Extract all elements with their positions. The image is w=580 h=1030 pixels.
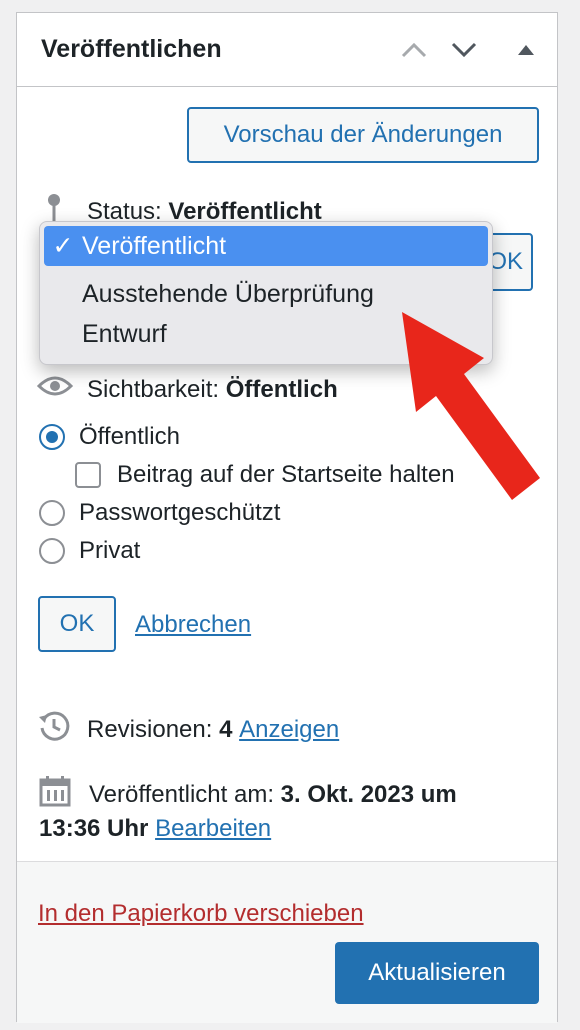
checkmark-icon: ✓: [52, 232, 74, 260]
panel-footer: In den Papierkorb verschieben Aktualisie…: [17, 861, 557, 1023]
visibility-option-public[interactable]: Öffentlich: [39, 423, 180, 451]
panel-header: Veröffentlichen: [17, 13, 557, 87]
published-date: 3. Okt. 2023 um: [280, 780, 457, 808]
move-up-icon[interactable]: [397, 33, 431, 67]
revisions-count: 4: [219, 715, 233, 743]
move-to-trash-link[interactable]: In den Papierkorb verschieben: [38, 900, 364, 928]
visibility-value: Öffentlich: [225, 375, 338, 403]
status-option-published[interactable]: ✓ Veröffentlicht: [44, 226, 488, 266]
published-date-row: Veröffentlicht am: 3. Okt. 2023 um: [39, 775, 457, 814]
revisions-view-link[interactable]: Anzeigen: [239, 716, 339, 744]
published-date-row-2: 13:36 Uhr Bearbeiten: [39, 815, 271, 843]
update-button[interactable]: Aktualisieren: [335, 942, 539, 1004]
radio-password[interactable]: [39, 500, 65, 526]
visibility-ok-button[interactable]: OK: [38, 596, 116, 652]
published-edit-link[interactable]: Bearbeiten: [155, 815, 271, 843]
sticky-checkbox[interactable]: [75, 462, 101, 488]
published-label: Veröffentlicht am:: [89, 780, 274, 808]
visibility-row: Sichtbarkeit: Öffentlich: [36, 374, 338, 405]
collapse-toggle-icon[interactable]: [509, 33, 543, 67]
eye-icon: [36, 374, 75, 405]
revisions-label: Revisionen:: [87, 715, 213, 743]
visibility-option-private[interactable]: Privat: [39, 537, 140, 565]
annotation-arrow: [402, 312, 540, 500]
visibility-option-password[interactable]: Passwortgeschützt: [39, 499, 280, 527]
preview-changes-button[interactable]: Vorschau der Änderungen: [187, 107, 539, 163]
visibility-cancel-link[interactable]: Abbrechen: [135, 611, 251, 639]
published-time: 13:36 Uhr: [39, 815, 149, 842]
visibility-label: Sichtbarkeit:: [87, 375, 220, 403]
revisions-row: Revisionen: 4 Anzeigen: [37, 709, 339, 750]
radio-public[interactable]: [39, 424, 65, 450]
history-icon: [37, 709, 73, 750]
move-down-icon[interactable]: [447, 33, 481, 67]
calendar-icon: [39, 775, 73, 814]
panel-title: Veröffentlichen: [41, 35, 222, 63]
radio-private[interactable]: [39, 538, 65, 564]
